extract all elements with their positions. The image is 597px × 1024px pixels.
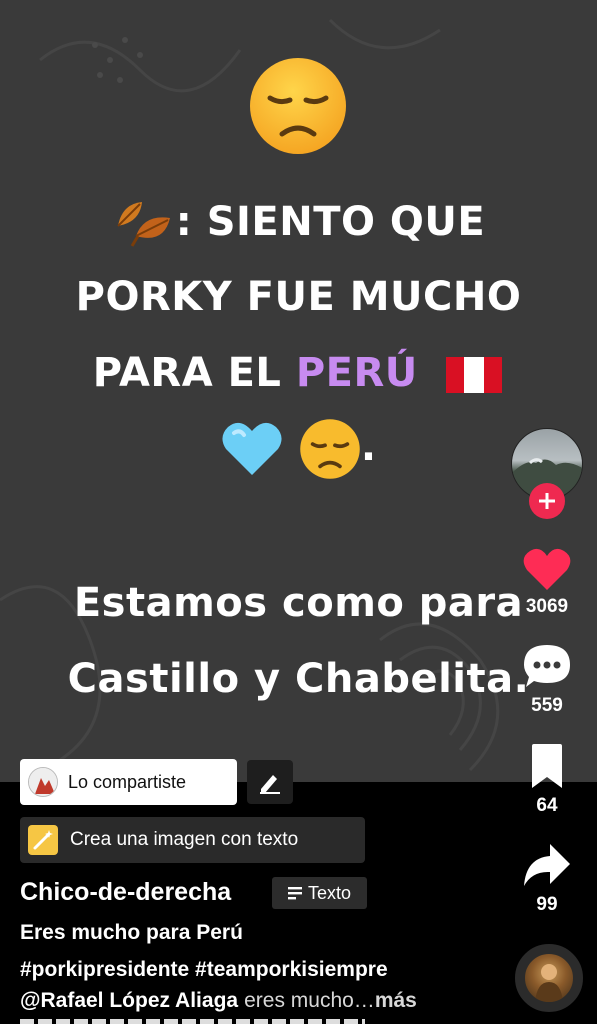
caption-text-3: PARA EL: [92, 350, 296, 396]
create-image-chip[interactable]: Crea una imagen con texto: [20, 817, 365, 863]
heart-icon[interactable]: [522, 546, 572, 592]
share-count: 99: [536, 894, 558, 915]
share-icon[interactable]: [522, 842, 572, 888]
shared-chip[interactable]: Lo compartiste: [20, 759, 237, 805]
follow-button[interactable]: [529, 483, 565, 519]
clipped-text-line: [20, 1019, 365, 1024]
music-disc[interactable]: [515, 944, 583, 1012]
create-image-label: Crea una imagen con texto: [70, 829, 299, 850]
caption-line-2: PORKY FUE MUCHO: [75, 274, 522, 320]
photo-icon: [29, 768, 57, 796]
disappointed-face-small-icon: [300, 419, 360, 479]
like-count: 3069: [525, 596, 569, 617]
bookmark-icon[interactable]: [528, 744, 566, 790]
caption-line-4: .: [0, 418, 597, 479]
username[interactable]: Chico-de-derecha: [20, 878, 231, 907]
fallen-leaf-icon: [117, 202, 170, 247]
plus-icon: [539, 493, 555, 509]
pencil-icon: [260, 775, 280, 794]
video-player[interactable]: : SIENTO QUE PORKY FUE MUCHO PARA EL PER…: [0, 0, 597, 782]
more-link[interactable]: más: [375, 989, 417, 1012]
light-blue-heart-icon: [222, 422, 282, 475]
mention-link[interactable]: @Rafael López Aliaga: [20, 989, 238, 1012]
caption-line-3: PARA EL PERÚ: [0, 350, 597, 396]
save-count: 64: [536, 795, 558, 816]
caption-text-1: : SIENTO QUE: [175, 199, 486, 245]
shared-label: Lo compartiste: [68, 771, 187, 792]
caption-highlight: PERÚ: [295, 350, 418, 396]
text-lines-icon: [287, 887, 302, 900]
music-cover: [535, 964, 563, 1002]
shared-avatar: [28, 767, 58, 797]
comment-icon[interactable]: [522, 643, 572, 691]
text-badge[interactable]: Texto: [272, 877, 367, 909]
peru-flag-icon: [446, 357, 503, 393]
caption-text-4: .: [360, 424, 377, 470]
comment-count: 559: [531, 695, 563, 716]
edit-button[interactable]: [247, 760, 293, 804]
description-truncated: eres mucho…: [244, 989, 375, 1012]
caption-line-1: : SIENTO QUE: [0, 196, 597, 252]
hashtags[interactable]: #porkipresidente #teamporkisiempre: [20, 958, 388, 982]
text-badge-label: Texto: [307, 882, 352, 903]
post-title: Eres mucho para Perú: [20, 921, 243, 944]
disappointed-face-icon: [250, 58, 346, 154]
magic-wand-icon: [28, 825, 58, 855]
mention-row: @Rafael López Aliaga eres mucho…más: [20, 989, 417, 1013]
